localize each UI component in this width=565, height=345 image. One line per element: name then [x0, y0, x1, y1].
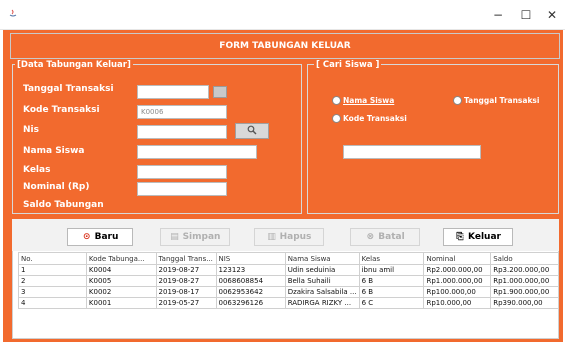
nominal-label: Nominal (Rp): [23, 182, 90, 192]
radio-nama-siswa[interactable]: [332, 96, 341, 105]
cell-nominal: Rp10.000,00: [423, 297, 492, 309]
cell-tanggal: 2019-05-27: [155, 297, 217, 309]
table-header-row: No. Kode Tabunga... Tanggal Trans... NIS…: [18, 252, 559, 265]
hapus-button[interactable]: ▥ Hapus: [254, 228, 324, 246]
new-icon: ⊙: [82, 232, 91, 242]
col-header-nis[interactable]: NIS: [215, 252, 286, 265]
cell-nama: Bella Suhaili: [284, 275, 360, 287]
cell-kode: K0002: [85, 286, 157, 298]
window-titlebar: − ☐ ✕: [0, 0, 565, 30]
cell-kelas: 6 C: [358, 297, 425, 309]
cell-saldo: Rp1.000.000,00: [490, 275, 559, 287]
cell-nama: Dzakira Salsabila ...: [284, 286, 360, 298]
cell-kelas: 6 B: [358, 286, 425, 298]
minimize-button[interactable]: −: [490, 7, 506, 23]
simpan-label: Simpan: [182, 232, 221, 242]
cari-siswa-legend: [ Cari Siswa ]: [314, 60, 382, 70]
batal-button[interactable]: ⊗ Batal: [350, 228, 420, 246]
radio-tanggal-transaksi[interactable]: [453, 96, 462, 105]
cell-no: 1: [18, 264, 87, 276]
cell-kelas: ibnu amil: [358, 264, 425, 276]
cell-saldo: Rp390.000,00: [490, 297, 559, 309]
maximize-button[interactable]: ☐: [518, 7, 534, 23]
nama-siswa-field[interactable]: [137, 145, 257, 159]
cell-nominal: Rp2.000.000,00: [423, 264, 492, 276]
cell-kode: K0004: [85, 264, 157, 276]
exit-icon: ⎘: [456, 232, 464, 242]
cari-siswa-input[interactable]: [343, 145, 481, 159]
col-header-kelas[interactable]: Kelas: [358, 252, 425, 265]
cell-nama: RADIRGA RIZKY ...: [284, 297, 360, 309]
radio-kode-transaksi-label: Kode Transaksi: [343, 114, 407, 123]
simpan-button[interactable]: ▤ Simpan: [160, 228, 230, 246]
cell-kode: K0001: [85, 297, 157, 309]
search-button[interactable]: [235, 123, 269, 139]
saldo-tabungan-label: Saldo Tabungan: [23, 200, 104, 210]
nama-siswa-label: Nama Siswa: [23, 146, 85, 156]
kode-transaksi-label: Kode Transaksi: [23, 105, 100, 115]
nis-field[interactable]: [137, 125, 227, 139]
table-row[interactable]: 3 K0002 2019-08-17 0062953642 Dzakira Sa…: [18, 286, 559, 298]
keluar-label: Keluar: [468, 232, 501, 242]
transaksi-table: No. Kode Tabunga... Tanggal Trans... NIS…: [18, 252, 559, 309]
cancel-icon: ⊗: [366, 232, 375, 242]
cell-tanggal: 2019-08-27: [155, 275, 217, 287]
close-button[interactable]: ✕: [544, 7, 560, 23]
table-row[interactable]: 1 K0004 2019-08-27 123123 Udin seduinia …: [18, 264, 559, 276]
cell-no: 3: [18, 286, 87, 298]
search-icon: [247, 125, 257, 135]
kelas-label: Kelas: [23, 165, 51, 175]
form-header: FORM TABUNGAN KELUAR: [10, 33, 560, 59]
java-app-icon: [9, 9, 17, 17]
nominal-field[interactable]: [137, 182, 227, 196]
radio-kode-transaksi[interactable]: [332, 114, 341, 123]
cell-no: 2: [18, 275, 87, 287]
kelas-field[interactable]: [137, 165, 227, 179]
baru-button[interactable]: ⊙ Baru: [67, 228, 133, 246]
cell-nominal: Rp1.000.000,00: [423, 275, 492, 287]
delete-icon: ▥: [267, 232, 276, 242]
col-header-tanggal[interactable]: Tanggal Trans...: [155, 252, 217, 265]
tanggal-transaksi-label: Tanggal Transaksi: [23, 84, 114, 94]
data-tabungan-legend: [Data Tabungan Keluar]: [15, 60, 133, 70]
kode-transaksi-field[interactable]: K0006: [137, 105, 227, 119]
batal-label: Batal: [378, 232, 405, 242]
baru-label: Baru: [94, 232, 119, 242]
cell-kelas: 6 B: [358, 275, 425, 287]
cell-nis: 0062953642: [215, 286, 286, 298]
keluar-button[interactable]: ⎘ Keluar: [443, 228, 513, 246]
cell-nama: Udin seduinia: [284, 264, 360, 276]
save-icon: ▤: [170, 232, 179, 242]
cell-kode: K0005: [85, 275, 157, 287]
cell-saldo: Rp3.200.000,00: [490, 264, 559, 276]
tanggal-transaksi-field[interactable]: [137, 85, 209, 99]
cell-nis: 0063296126: [215, 297, 286, 309]
col-header-saldo[interactable]: Saldo: [490, 252, 559, 265]
cell-saldo: Rp1.900.000,00: [490, 286, 559, 298]
cell-tanggal: 2019-08-27: [155, 264, 217, 276]
col-header-nama[interactable]: Nama Siswa: [284, 252, 360, 265]
nis-label: Nis: [23, 125, 39, 135]
cell-tanggal: 2019-08-17: [155, 286, 217, 298]
radio-nama-siswa-label: Nama Siswa: [343, 96, 395, 105]
table-row[interactable]: 2 K0005 2019-08-27 0068608854 Bella Suha…: [18, 275, 559, 287]
col-header-no[interactable]: No.: [18, 252, 87, 265]
radio-tanggal-transaksi-label: Tanggal Transaksi: [464, 96, 540, 105]
cell-nominal: Rp100.000,00: [423, 286, 492, 298]
cari-siswa-panel: [ Cari Siswa ]: [307, 60, 559, 214]
form-title: FORM TABUNGAN KELUAR: [219, 41, 351, 51]
table-row[interactable]: 4 K0001 2019-05-27 0063296126 RADIRGA RI…: [18, 297, 559, 309]
cell-nis: 0068608854: [215, 275, 286, 287]
cell-no: 4: [18, 297, 87, 309]
col-header-nominal[interactable]: Nominal: [423, 252, 492, 265]
calendar-icon[interactable]: [213, 86, 227, 98]
col-header-kode[interactable]: Kode Tabunga...: [85, 252, 157, 265]
hapus-label: Hapus: [279, 232, 312, 242]
cell-nis: 123123: [215, 264, 286, 276]
